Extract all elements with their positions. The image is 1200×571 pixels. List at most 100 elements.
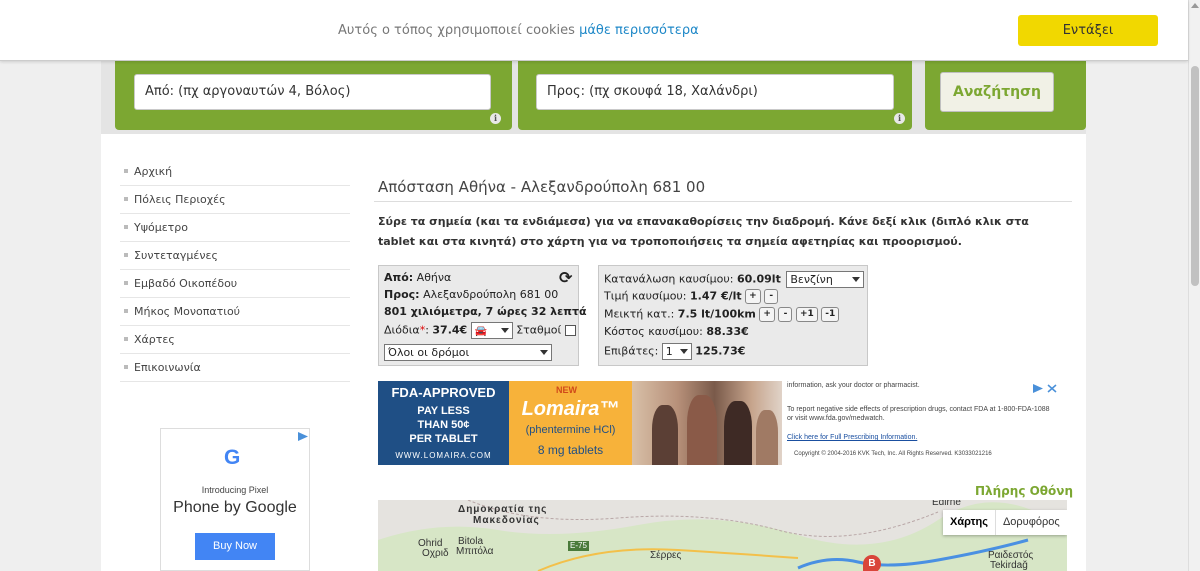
from-label: Από: xyxy=(384,271,414,284)
car-icon: 🚘 xyxy=(474,326,488,337)
sidebar-item-coordinates[interactable]: Συντεταγμένες xyxy=(120,242,350,270)
banner-fda-text: FDA-APPROVED xyxy=(391,385,496,400)
map-type-control: Χάρτης Δορυφόρος xyxy=(943,510,1067,535)
sidebar-item-path-length[interactable]: Μήκος Μονοπατιού xyxy=(120,298,350,326)
sidebar-item-home[interactable]: Αρχική xyxy=(120,158,350,186)
bullet-icon xyxy=(124,169,128,173)
sidebar-item-cities[interactable]: Πόλεις Περιοχές xyxy=(120,186,350,214)
banner-generic: (phentermine HCl) xyxy=(525,424,616,436)
cookie-message: Αυτός ο τόπος χρησιμοποιεί cookies μάθε … xyxy=(338,23,699,38)
sidebar-item-label: Εμβαδό Οικοπέδου xyxy=(134,277,238,290)
scroll-up-arrow-icon[interactable] xyxy=(1191,3,1199,8)
banner-new-badge: NEW xyxy=(556,385,577,395)
sidebar-item-label: Υψόμετρο xyxy=(134,221,188,234)
consumption-label: Κατανάλωση καυσίμου: xyxy=(604,272,734,286)
banner-pay-less: PAY LESS THAN 50¢ PER TABLET xyxy=(378,404,509,446)
road-shield-e75: E-75 xyxy=(568,541,589,551)
search-button[interactable]: Αναζήτηση xyxy=(940,72,1054,112)
map-label-macedonia-2: Μακεδονίας xyxy=(473,515,540,526)
fuel-type-select[interactable]: Βενζίνη xyxy=(786,271,865,288)
mixed-plus1-button[interactable]: +1 xyxy=(795,307,818,322)
sidebar-item-plot-area[interactable]: Εμβαδό Οικοπέδου xyxy=(120,270,350,298)
ad-close-icon[interactable] xyxy=(1046,383,1058,394)
route-to: Προς: Αλεξανδρούπολη 681 00 xyxy=(384,288,558,301)
banner-dose: 8 mg tablets xyxy=(537,443,604,457)
mixed-plus-button[interactable]: + xyxy=(759,307,775,322)
fuel-price: Τιμή καυσίμου: 1.47 €/lt + - xyxy=(604,289,779,304)
mixed-label: Μεικτή κατ.: xyxy=(604,307,675,321)
map-tab-satellite[interactable]: Δορυφόρος xyxy=(994,510,1067,535)
banner-legal: information, ask your doctor or pharmaci… xyxy=(782,381,1062,465)
mixed-minus-button[interactable]: - xyxy=(778,307,793,322)
adchoices-icon[interactable] xyxy=(297,431,309,442)
fuel-mixed: Μεικτή κατ.: 7.5 lt/100km + - +1 -1 xyxy=(604,307,840,322)
vehicle-select[interactable]: 🚘 xyxy=(470,322,513,339)
lomaira-ad-banner[interactable]: FDA-APPROVED PAY LESS THAN 50¢ PER TABLE… xyxy=(378,381,1062,465)
person-shape xyxy=(687,395,717,465)
tolls-label: Διόδια xyxy=(384,323,420,337)
sidebar-item-label: Πόλεις Περιοχές xyxy=(134,193,226,206)
roads-select[interactable]: Όλοι οι δρόμοι xyxy=(384,344,552,361)
ad-buy-now-button[interactable]: Buy Now xyxy=(195,533,275,560)
fuel-passengers: Επιβάτες: 1 125.73€ xyxy=(604,343,745,360)
page-title: Απόσταση Αθήνα - Αλεξανδρούπολη 681 00 xyxy=(378,178,706,196)
map-label-bitola-gr: Μπιτόλα xyxy=(456,546,494,557)
fuel-type-value: Βενζίνη xyxy=(790,273,833,286)
adchoices-icon[interactable] xyxy=(1032,383,1044,394)
sidebar-item-altitude[interactable]: Υψόμετρο xyxy=(120,214,350,242)
from-info-icon[interactable]: i xyxy=(490,113,501,124)
destination-marker-icon[interactable]: B xyxy=(863,555,881,571)
sidebar-ad[interactable]: G Introducing Pixel Phone by Google Buy … xyxy=(160,428,310,571)
route-summary: 801 χιλιόμετρα, 7 ώρες 32 λεπτά xyxy=(384,305,587,318)
route-panel: Από: Αθήνα ⟳ Προς: Αλεξανδρούπολη 681 00… xyxy=(378,265,587,366)
bullet-icon xyxy=(124,225,128,229)
map-label-ohrid-gr: Οχριδ xyxy=(422,548,449,559)
map-label-edirne: Edirne xyxy=(932,500,961,508)
fullscreen-link[interactable]: Πλήρης Οθόνη xyxy=(975,484,1073,498)
sidebar-item-maps[interactable]: Χάρτες xyxy=(120,326,350,354)
legal-copyright: Copyright © 2004-2016 KVK Tech, Inc. All… xyxy=(794,451,992,457)
price-label: Τιμή καυσίμου: xyxy=(604,289,687,303)
route-map[interactable]: Δημοκρατία της Μακεδονίας Ohrid Οχριδ Bi… xyxy=(378,500,1067,571)
banner-pay-line-2: THAN 50¢ xyxy=(417,419,470,431)
price-minus-button[interactable]: - xyxy=(764,289,779,304)
bullet-icon xyxy=(124,337,128,341)
passengers-label: Επιβάτες: xyxy=(604,344,659,358)
legal-prescribing-link[interactable]: Click here for Full Prescribing Informat… xyxy=(787,433,1057,442)
title-divider xyxy=(374,201,1072,202)
banner-pay-line-3: PER TABLET xyxy=(409,433,478,445)
price-plus-button[interactable]: + xyxy=(745,289,761,304)
cookie-bar: Αυτός ο τόπος χρησιμοποιεί cookies μάθε … xyxy=(0,0,1188,61)
to-input[interactable]: Προς: (πχ σκουφά 18, Χαλάνδρι) xyxy=(536,74,894,110)
cookie-accept-button[interactable]: Εντάξει xyxy=(1018,15,1158,46)
stations-label: Σταθμοί xyxy=(516,323,562,337)
cookie-learn-more-link[interactable]: μάθε περισσότερα xyxy=(579,23,699,38)
map-label-serres: Σέρρες xyxy=(650,550,682,561)
bullet-icon xyxy=(124,253,128,257)
price-value: 1.47 €/lt xyxy=(690,289,742,303)
sidebar-item-label: Συντεταγμένες xyxy=(134,249,218,262)
from-input[interactable]: Από: (πχ αργοναυτών 4, Βόλος) xyxy=(134,74,491,110)
instructions-text: Σύρε τα σημεία (και τα ενδιάμεσα) για να… xyxy=(378,215,1029,248)
banner-left: FDA-APPROVED PAY LESS THAN 50¢ PER TABLE… xyxy=(378,381,509,465)
scroll-thumb[interactable] xyxy=(1191,66,1199,286)
refresh-icon[interactable]: ⟳ xyxy=(559,268,572,287)
banner-photo xyxy=(632,381,782,465)
page-scrollbar[interactable] xyxy=(1188,0,1200,571)
fuel-consumption: Κατανάλωση καυσίμου: 60.09lt Βενζίνη xyxy=(604,271,865,288)
legal-line-1: information, ask your doctor or pharmaci… xyxy=(787,382,920,389)
to-value: Αλεξανδρούπολη 681 00 xyxy=(423,288,559,301)
from-value: Αθήνα xyxy=(416,271,452,284)
mixed-minus1-button[interactable]: -1 xyxy=(821,307,840,322)
map-label-tekirdag: Tekirdağ xyxy=(990,560,1028,571)
passengers-select[interactable]: 1 xyxy=(661,343,692,360)
map-tab-map[interactable]: Χάρτης xyxy=(943,510,995,535)
sidebar-nav: Αρχική Πόλεις Περιοχές Υψόμετρο Συντεταγ… xyxy=(120,158,350,382)
to-info-icon[interactable]: i xyxy=(894,113,905,124)
banner-product: NEW Lomaira™ (phentermine HCl) 8 mg tabl… xyxy=(509,381,632,465)
route-from: Από: Αθήνα xyxy=(384,271,451,284)
banner-pay-line-1: PAY LESS xyxy=(417,405,470,417)
cost-value: 88.33€ xyxy=(706,325,749,338)
sidebar-item-contact[interactable]: Επικοινωνία xyxy=(120,354,350,382)
stations-checkbox[interactable] xyxy=(564,325,576,336)
